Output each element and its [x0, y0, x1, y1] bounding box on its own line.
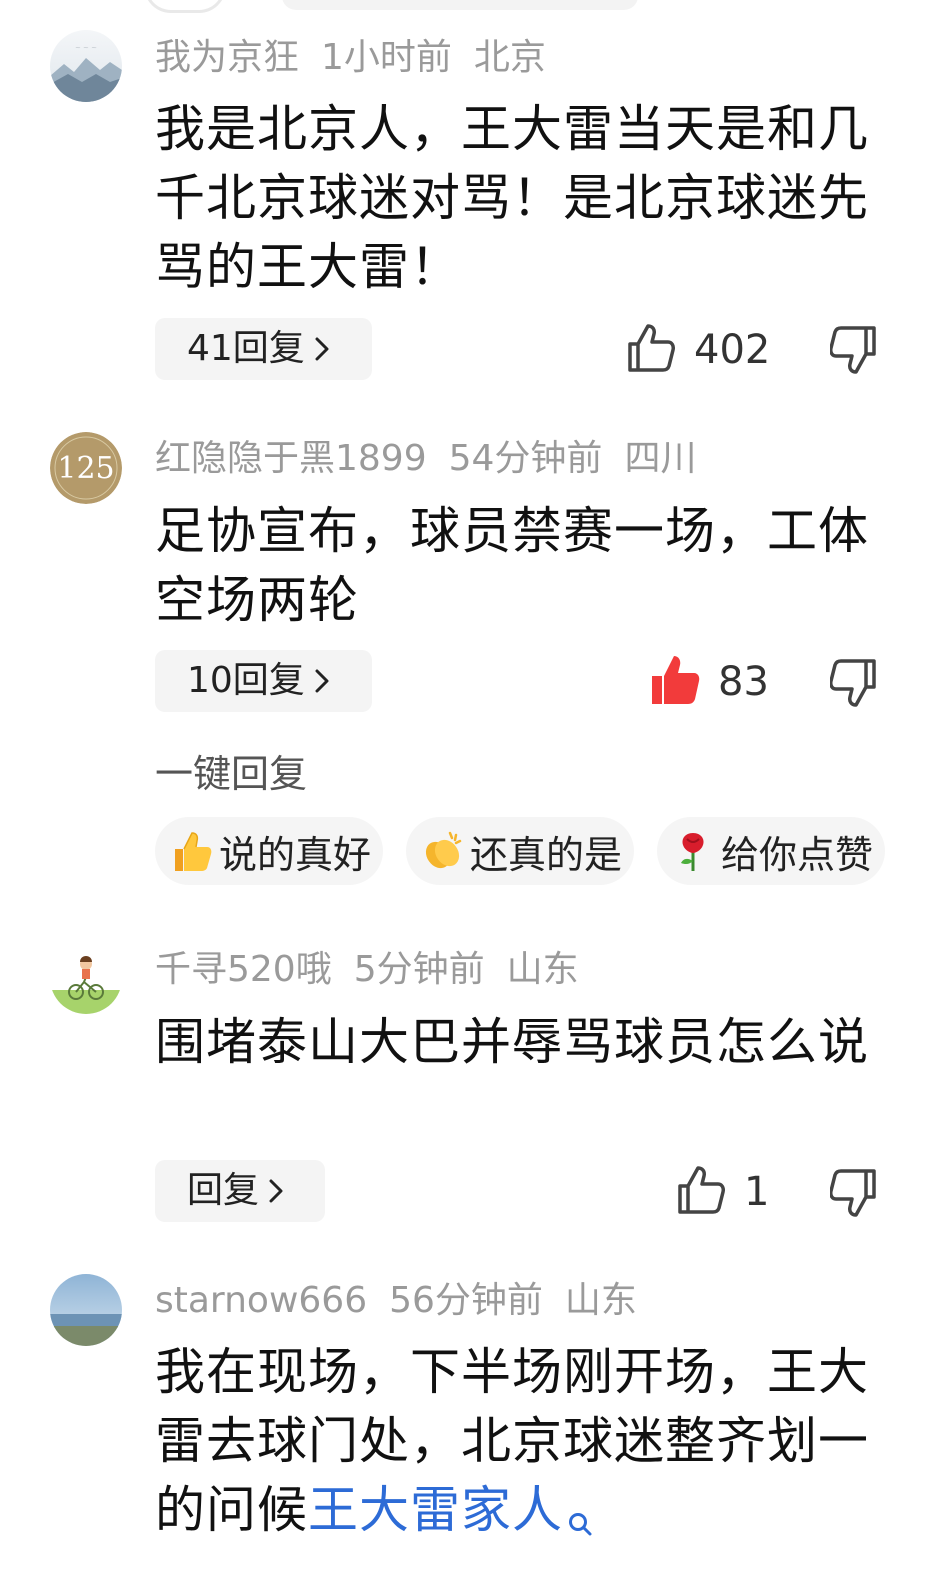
reply-count-label: 41回复: [187, 328, 305, 369]
comment-time: 5分钟前: [353, 949, 485, 990]
username[interactable]: starnow666: [155, 1280, 367, 1321]
comment-meta: starnow666 56分钟前 山东: [155, 1276, 659, 1326]
comment-location: 山东: [506, 949, 579, 990]
username[interactable]: 千寻520哦: [155, 949, 332, 990]
username[interactable]: 红隐隐于黑1899: [155, 438, 427, 479]
like-count: 1: [744, 1169, 770, 1215]
rose-emoji-icon: [671, 829, 715, 873]
dislike-button[interactable]: [829, 1167, 878, 1219]
thumbs-down-icon: [829, 326, 878, 380]
search-keyword-link[interactable]: 王大雷家人: [308, 1481, 563, 1539]
comment-location: 山东: [564, 1280, 637, 1321]
thumbs-up-icon: [676, 1164, 726, 1220]
thumbs-up-emoji-icon: [169, 829, 213, 873]
comment-time: 56分钟前: [389, 1280, 543, 1321]
like-count: 83: [718, 659, 769, 705]
comment-text: 我是北京人，王大雷当天是和几千北京球迷对骂！是北京球迷先骂的王大雷！: [155, 100, 869, 296]
thumbs-up-filled-icon: [650, 654, 700, 710]
comment-meta: 千寻520哦 5分钟前 山东: [155, 945, 601, 995]
like-button[interactable]: 402: [626, 320, 770, 380]
clapping-hands-emoji-icon: [420, 829, 464, 873]
avatar[interactable]: [50, 1274, 122, 1346]
svg-text:~ ~ ~: ~ ~ ~: [75, 44, 97, 52]
view-replies-button[interactable]: 10回复: [155, 650, 372, 712]
previous-comment-fragment: [0, 0, 945, 13]
quick-reply-chip[interactable]: 说的真好: [155, 817, 383, 885]
username[interactable]: 我为京狂: [155, 37, 299, 78]
comment-location: 北京: [473, 37, 546, 78]
chip-label: 还真的是: [470, 832, 623, 877]
chip-label: 给你点赞: [721, 832, 874, 877]
comment-time: 54分钟前: [448, 438, 603, 479]
avatar[interactable]: ~ ~ ~: [50, 30, 122, 102]
view-replies-button[interactable]: 41回复: [155, 318, 372, 380]
comment-text: 我在现场，下半场刚开场，王大雷去球门处，北京球迷整齐划一的问候王大雷家人: [155, 1338, 895, 1555]
dislike-button[interactable]: [829, 324, 878, 376]
view-replies-button[interactable]: 回复: [155, 1160, 325, 1222]
comment-meta: 红隐隐于黑1899 54分钟前 四川: [155, 434, 718, 484]
like-count: 402: [694, 327, 771, 373]
avatar-badge-text: 125: [57, 451, 114, 486]
thumbs-down-icon: [829, 1169, 878, 1223]
comment-location: 四川: [624, 438, 697, 479]
comment-text: 围堵泰山大巴并辱骂球员怎么说: [155, 1013, 869, 1071]
quick-reply-chip[interactable]: 给你点赞: [657, 817, 885, 885]
quick-reply-chip[interactable]: 还真的是: [406, 817, 634, 885]
thumbs-down-icon: [829, 659, 878, 713]
chevron-right-icon: [315, 651, 329, 713]
avatar: [144, 0, 226, 13]
like-button[interactable]: 1: [676, 1162, 769, 1222]
comment-time: 1小时前: [321, 37, 452, 78]
chevron-right-icon: [269, 1161, 283, 1223]
comment-text: 足协宣布，球员禁赛一场，工体空场两轮: [155, 502, 869, 629]
chip-label: 说的真好: [219, 832, 372, 877]
dislike-button[interactable]: [829, 657, 878, 709]
avatar[interactable]: [50, 942, 122, 1014]
like-button[interactable]: 83: [650, 652, 769, 712]
reply-count-label: 10回复: [187, 660, 305, 701]
quick-reply-title: 一键回复: [155, 752, 308, 796]
comment-meta: 我为京狂 1小时前 北京: [155, 33, 568, 83]
chevron-right-icon: [315, 319, 329, 381]
reply-input-fragment[interactable]: [282, 0, 638, 10]
avatar[interactable]: 125: [50, 432, 122, 504]
reply-count-label: 回复: [187, 1170, 260, 1211]
search-icon[interactable]: [567, 1486, 593, 1555]
thumbs-up-icon: [626, 322, 676, 378]
